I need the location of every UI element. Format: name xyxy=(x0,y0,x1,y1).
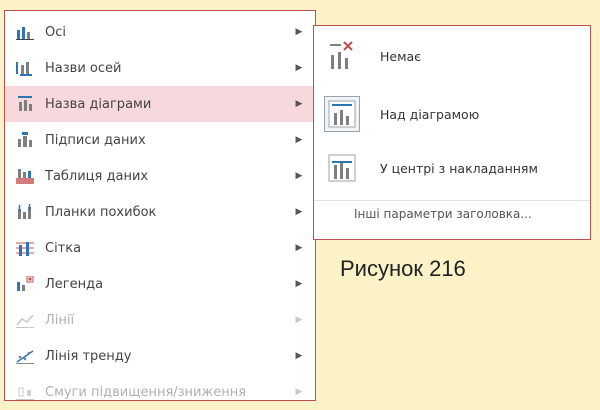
submenu-arrow-icon: ▶ xyxy=(295,63,303,73)
submenu-arrow-icon: ▶ xyxy=(295,315,303,325)
menu-item-chart-title[interactable]: Назва діаграми ▶ xyxy=(5,86,315,122)
up-down-bars-icon xyxy=(14,384,36,400)
chart-title-icon xyxy=(14,96,36,112)
menu-item-up-down-bars[interactable]: Смуги підвищення/зниження ▶ xyxy=(5,374,315,410)
menu-item-lines[interactable]: Лінії ▶ xyxy=(5,302,315,338)
menu-item-data-labels[interactable]: Підписи даних ▶ xyxy=(5,122,315,158)
menu-item-axes[interactable]: Осі ▶ xyxy=(5,14,315,50)
data-labels-icon xyxy=(14,132,36,148)
data-table-icon xyxy=(14,168,36,184)
submenu-arrow-icon: ▶ xyxy=(295,27,303,37)
menu-item-label: Лінія тренду xyxy=(45,348,132,364)
submenu-item-above-chart[interactable]: Над діаграмою xyxy=(314,96,590,132)
submenu-arrow-icon: ▶ xyxy=(295,135,303,145)
above-chart-icon xyxy=(324,96,360,132)
figure-caption: Рисунок 216 xyxy=(340,256,466,281)
menu-item-label: Смуги підвищення/зниження xyxy=(45,384,247,400)
menu-item-label: Легенда xyxy=(45,276,104,292)
chart-elements-menu: Осі ▶ Назви осей ▶ Назва діаграми ▶ Підп… xyxy=(4,10,316,401)
legend-icon xyxy=(14,276,36,292)
axis-titles-icon xyxy=(14,60,36,76)
menu-item-label: Лінії xyxy=(45,312,75,328)
gridlines-icon xyxy=(14,240,36,256)
submenu-item-label: Немає xyxy=(380,48,422,64)
menu-item-label: Підписи даних xyxy=(45,132,146,148)
submenu-arrow-icon: ▶ xyxy=(295,207,303,217)
menu-item-axis-titles[interactable]: Назви осей ▶ xyxy=(5,50,315,86)
menu-item-label: Назви осей xyxy=(45,60,122,76)
submenu-item-label: У центрі з накладанням xyxy=(380,160,538,176)
submenu-divider xyxy=(314,200,590,201)
menu-item-label: Таблиця даних xyxy=(45,168,149,184)
submenu-item-none[interactable]: Немає xyxy=(314,38,590,74)
trendline-icon xyxy=(14,348,36,364)
submenu-arrow-icon: ▶ xyxy=(295,387,303,397)
submenu-arrow-icon: ▶ xyxy=(295,351,303,361)
menu-item-label: Планки похибок xyxy=(45,204,157,220)
submenu-item-centered-overlay[interactable]: У центрі з накладанням xyxy=(314,150,590,186)
axes-icon xyxy=(14,24,36,40)
menu-item-data-table[interactable]: Таблиця даних ▶ xyxy=(5,158,315,194)
no-title-icon xyxy=(324,38,360,74)
centered-overlay-icon xyxy=(324,150,360,186)
more-title-options-link[interactable]: Інші параметри заголовка... xyxy=(354,207,532,221)
menu-item-legend[interactable]: Легенда ▶ xyxy=(5,266,315,302)
menu-item-label: Осі xyxy=(45,24,66,40)
chart-title-submenu: Немає Над діаграмою У центрі з накладанн… xyxy=(313,25,591,240)
error-bars-icon xyxy=(14,204,36,220)
menu-item-error-bars[interactable]: Планки похибок ▶ xyxy=(5,194,315,230)
lines-icon xyxy=(14,312,36,328)
menu-item-trendline[interactable]: Лінія тренду ▶ xyxy=(5,338,315,374)
submenu-arrow-icon: ▶ xyxy=(295,99,303,109)
menu-item-label: Сітка xyxy=(45,240,82,256)
menu-item-label: Назва діаграми xyxy=(45,96,152,112)
submenu-arrow-icon: ▶ xyxy=(295,243,303,253)
submenu-arrow-icon: ▶ xyxy=(295,279,303,289)
submenu-arrow-icon: ▶ xyxy=(295,171,303,181)
menu-item-gridlines[interactable]: Сітка ▶ xyxy=(5,230,315,266)
submenu-item-label: Над діаграмою xyxy=(380,106,480,122)
